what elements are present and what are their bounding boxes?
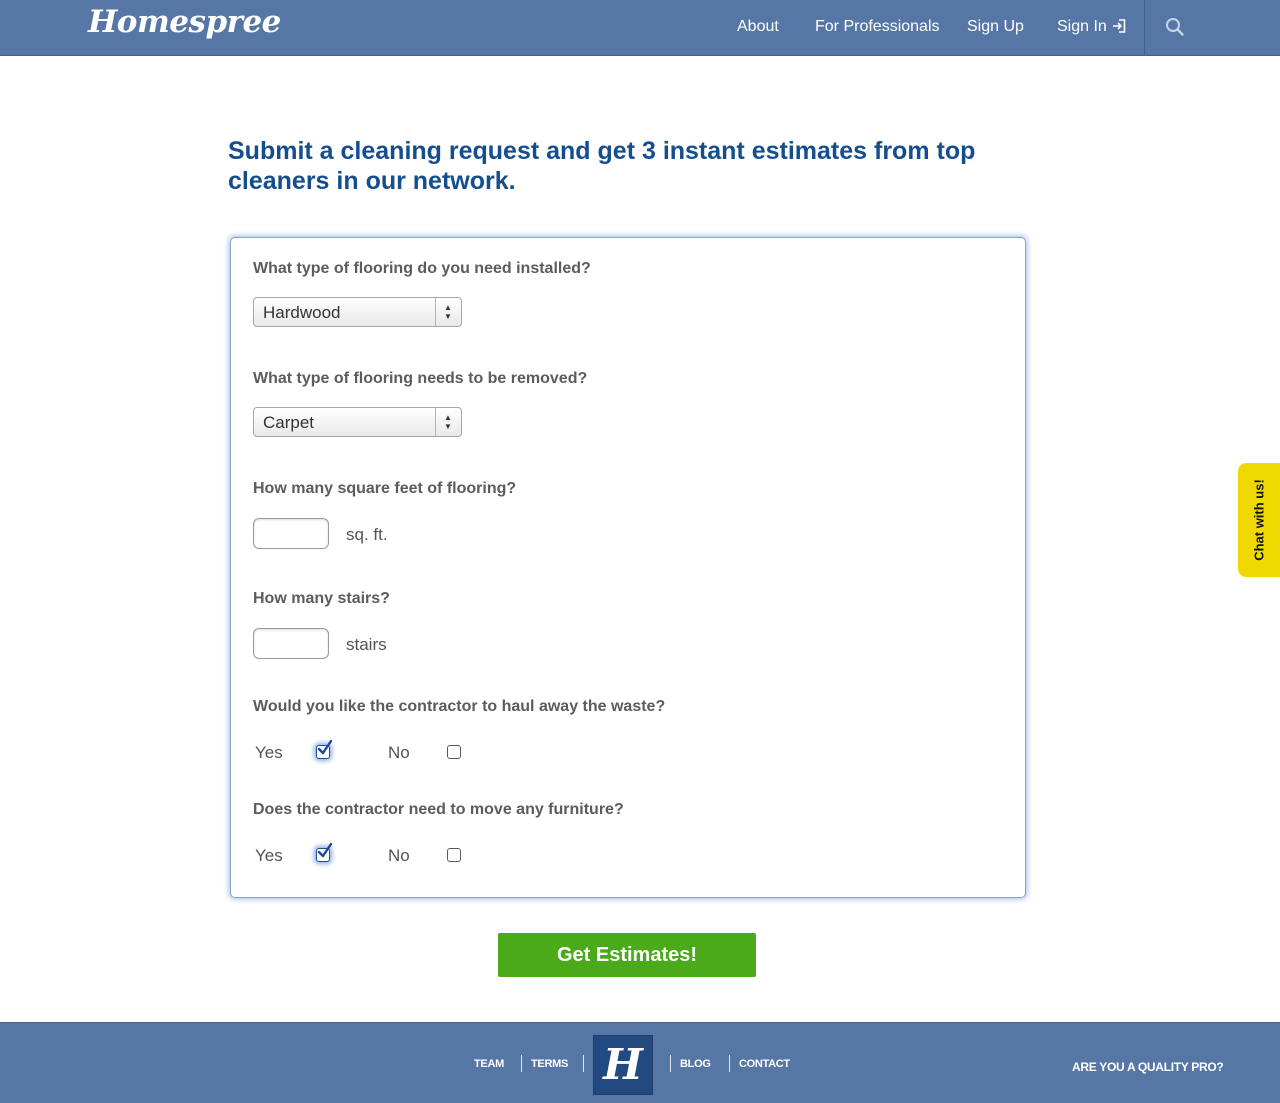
footer-link-contact[interactable]: CONTACT <box>739 1058 790 1070</box>
flooring-removed-value: Carpet <box>263 413 315 432</box>
footer: TEAM TERMS H BLOG CONTACT ARE YOU A QUAL… <box>0 1022 1280 1103</box>
checkmark-icon <box>317 842 333 858</box>
haul-waste-no-checkbox[interactable] <box>447 745 461 759</box>
flooring-installed-value: Hardwood <box>263 303 341 322</box>
stairs-unit: stairs <box>346 635 387 654</box>
move-furniture-yes-checkbox[interactable] <box>316 842 333 862</box>
nav-link-for-professionals[interactable]: For Professionals <box>815 18 940 36</box>
haul-waste-yes-label: Yes <box>255 743 283 762</box>
footer-divider <box>729 1055 730 1072</box>
move-furniture-no-checkbox[interactable] <box>447 848 461 862</box>
nav-link-sign-up[interactable]: Sign Up <box>967 18 1024 36</box>
checkmark-icon <box>317 739 333 755</box>
question-haul-waste: Would you like the contractor to haul aw… <box>253 698 666 715</box>
footer-link-team[interactable]: TEAM <box>474 1058 504 1070</box>
footer-logo[interactable]: H <box>593 1035 653 1095</box>
nav-link-about[interactable]: About <box>737 18 779 36</box>
footer-link-blog[interactable]: BLOG <box>680 1058 711 1070</box>
move-furniture-yes-label: Yes <box>255 846 283 865</box>
chat-tab-label: Chat with us! <box>1251 479 1267 561</box>
stairs-input[interactable] <box>253 628 329 659</box>
search-icon <box>1166 18 1184 36</box>
page-headline: Submit a cleaning request and get 3 inst… <box>228 137 976 195</box>
haul-waste-yes-checkbox[interactable] <box>316 739 333 759</box>
question-square-feet: How many square feet of flooring? <box>253 480 517 497</box>
sign-in-icon <box>1112 19 1126 33</box>
footer-divider <box>583 1055 584 1072</box>
haul-waste-no-label: No <box>388 743 410 762</box>
footer-link-terms[interactable]: TERMS <box>531 1058 568 1070</box>
top-nav-bar: Homespree About For Professionals Sign U… <box>0 0 1280 56</box>
flooring-installed-select[interactable]: Hardwood ▲ ▼ <box>253 297 462 327</box>
nav-link-sign-in[interactable]: Sign In <box>1057 18 1126 36</box>
get-estimates-button[interactable]: Get Estimates! <box>498 933 756 977</box>
footer-logo-letter: H <box>603 1040 643 1089</box>
select-arrows-icon: ▲ ▼ <box>435 408 461 436</box>
footer-divider <box>670 1055 671 1072</box>
square-feet-unit: sq. ft. <box>346 525 388 544</box>
nav-divider <box>1144 0 1145 56</box>
search-button[interactable] <box>1164 16 1186 38</box>
move-furniture-no-label: No <box>388 846 410 865</box>
flooring-removed-select[interactable]: Carpet ▲ ▼ <box>253 407 462 437</box>
footer-link-quality-pro[interactable]: ARE YOU A QUALITY PRO? <box>1072 1060 1224 1074</box>
select-arrows-icon: ▲ ▼ <box>435 298 461 326</box>
request-form-card: What type of flooring do you need instal… <box>230 237 1026 898</box>
question-move-furniture: Does the contractor need to move any fur… <box>253 801 624 818</box>
question-stairs: How many stairs? <box>253 590 390 607</box>
logo[interactable]: Homespree <box>88 4 281 40</box>
chat-tab[interactable]: Chat with us! <box>1238 463 1280 577</box>
square-feet-input[interactable] <box>253 518 329 549</box>
question-flooring-installed: What type of flooring do you need instal… <box>253 260 591 277</box>
question-flooring-removed: What type of flooring needs to be remove… <box>253 370 588 387</box>
sign-in-label: Sign In <box>1057 18 1107 35</box>
footer-divider <box>521 1055 522 1072</box>
